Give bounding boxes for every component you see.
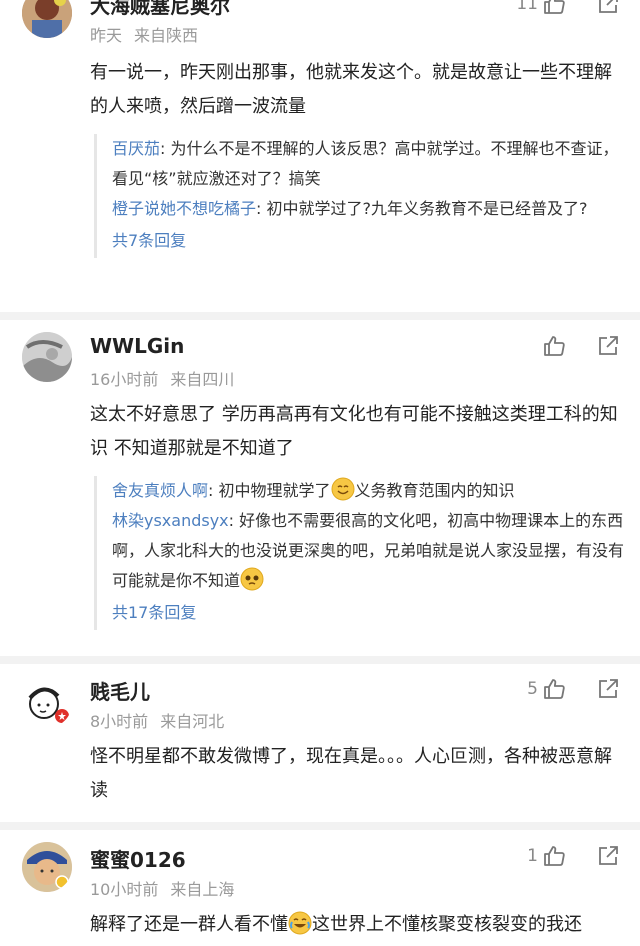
comment-feed: 大海贼塞尼奥尔 昨天 来自陕西 11 有一说一，昨天刚出那事，他就来发这个。就是故… bbox=[0, 0, 640, 946]
reply-colon: : bbox=[208, 481, 219, 500]
comment-item: 贱毛儿 8小时前 来自河北 5 怪不明星都不敢发微博了，现在真是。。。人心叵测，各… bbox=[0, 664, 640, 822]
comment-text: 怪不明星都不敢发微博了，现在真是。。。人心叵测，各种被恶意解读 bbox=[90, 746, 612, 801]
comment-location: 来自陕西 bbox=[134, 26, 199, 45]
avatar[interactable] bbox=[22, 842, 72, 892]
like-count: 5 bbox=[527, 679, 538, 699]
reply-colon: : bbox=[228, 511, 240, 530]
comment-actions: 11 bbox=[516, 0, 620, 18]
more-replies-link[interactable]: 共7条回复 bbox=[112, 224, 624, 258]
reply-item[interactable]: 林染ysxandsyx: 好像也不需要很高的文化吧，初高中物理课本上的东西啊，人… bbox=[112, 506, 624, 596]
comment-actions: 5 bbox=[527, 675, 620, 703]
thumbs-up-icon[interactable] bbox=[542, 0, 566, 16]
username[interactable]: WWLGin bbox=[90, 334, 184, 358]
comment-item: WWLGin 16小时前 来自四川 这太不好意思了 学历再高再有文化也有可能不接触… bbox=[0, 320, 640, 656]
comment-time: 8小时前 bbox=[90, 712, 149, 731]
avatar-image bbox=[22, 678, 72, 728]
comment-item: 蜜蜜0126 10小时前 来自上海 1 解释了还是一群人看不懂 这世界上不懂核聚变核… bbox=[0, 830, 640, 946]
divider bbox=[0, 822, 640, 830]
comment-actions: 1 bbox=[527, 842, 620, 870]
avatar-image bbox=[22, 842, 72, 892]
comment-location: 来自河北 bbox=[160, 712, 225, 731]
thumbs-up-icon[interactable] bbox=[542, 844, 566, 868]
more-replies-link[interactable]: 共17条回复 bbox=[112, 596, 624, 630]
reply-colon: : bbox=[256, 199, 267, 218]
avatar-image bbox=[22, 332, 72, 382]
avatar[interactable] bbox=[22, 0, 72, 38]
reply-username[interactable]: 林染ysxandsyx bbox=[112, 511, 229, 530]
share-icon[interactable] bbox=[596, 844, 620, 868]
username[interactable]: 贱毛儿 bbox=[90, 676, 150, 705]
avatar[interactable] bbox=[22, 678, 72, 728]
comment-time: 10小时前 bbox=[90, 880, 159, 899]
reply-item[interactable]: 舍友真烦人啊: 初中物理就学了 义务教育范围内的知识 bbox=[112, 476, 624, 506]
reply-username[interactable]: 橙子说她不想吃橘子 bbox=[112, 199, 256, 218]
comment-text-part: 解释了还是一群人看不懂 bbox=[90, 914, 288, 935]
smile-emoji-icon bbox=[331, 477, 355, 501]
comment-meta: 昨天 来自陕西 bbox=[90, 22, 198, 46]
divider bbox=[0, 312, 640, 320]
comment-location: 来自上海 bbox=[170, 880, 235, 899]
avatar[interactable] bbox=[22, 332, 72, 382]
comment-text-part: 这世界上不懂核聚变核裂变的我还 bbox=[312, 914, 582, 935]
laugh-cry-emoji-icon bbox=[288, 911, 312, 935]
share-icon[interactable] bbox=[596, 677, 620, 701]
share-icon[interactable] bbox=[596, 334, 620, 358]
divider bbox=[0, 656, 640, 664]
comment-text: 解释了还是一群人看不懂 这世界上不懂核聚变核裂变的我还 bbox=[90, 908, 625, 942]
like-count: 11 bbox=[516, 0, 538, 14]
reply-username[interactable]: 百厌茄 bbox=[112, 139, 160, 158]
comment-actions bbox=[542, 332, 620, 360]
reply-item[interactable]: 百厌茄: 为什么不是不理解的人该反思？高中就学过。不理解也不查证，看见“核”就应… bbox=[112, 134, 624, 194]
reply-list: 舍友真烦人啊: 初中物理就学了 义务教育范围内的知识 林染ysxandsyx: 好… bbox=[94, 476, 624, 630]
reply-colon: : bbox=[160, 139, 171, 158]
avatar-image bbox=[22, 0, 72, 38]
reply-text: 初中物理就学了 bbox=[218, 481, 331, 500]
reply-username[interactable]: 舍友真烦人啊 bbox=[112, 481, 208, 500]
comment-text: 这太不好意思了 学历再高再有文化也有可能不接触这类理工科的知识 不知道那就是不知… bbox=[90, 404, 618, 459]
thumbs-up-icon[interactable] bbox=[542, 677, 566, 701]
reply-item[interactable]: 橙子说她不想吃橘子: 初中就学过了?九年义务教育不是已经普及了? bbox=[112, 194, 624, 224]
reply-text: 为什么不是不理解的人该反思？高中就学过。不理解也不查证，看见“核”就应激还对了？… bbox=[112, 139, 619, 188]
comment-time: 昨天 bbox=[90, 26, 123, 45]
reply-list: 百厌茄: 为什么不是不理解的人该反思？高中就学过。不理解也不查证，看见“核”就应… bbox=[94, 134, 624, 258]
username[interactable]: 大海贼塞尼奥尔 bbox=[90, 0, 230, 19]
comment-meta: 16小时前 来自四川 bbox=[90, 366, 234, 390]
thumbs-up-icon[interactable] bbox=[542, 334, 566, 358]
like-count: 1 bbox=[527, 846, 538, 866]
comment-location: 来自四川 bbox=[170, 370, 235, 389]
reply-text: 义务教育范围内的知识 bbox=[354, 481, 515, 500]
comment-item: 大海贼塞尼奥尔 昨天 来自陕西 11 有一说一，昨天刚出那事，他就来发这个。就是故… bbox=[0, 0, 640, 312]
username[interactable]: 蜜蜜0126 bbox=[90, 844, 186, 873]
comment-text: 有一说一，昨天刚出那事，他就来发这个。就是故意让一些不理解的人来喷，然后蹭一波流… bbox=[90, 62, 612, 117]
reply-text: 初中就学过了?九年义务教育不是已经普及了? bbox=[266, 199, 588, 218]
comment-meta: 8小时前 来自河北 bbox=[90, 708, 224, 732]
pleading-emoji-icon bbox=[240, 567, 264, 591]
share-icon[interactable] bbox=[596, 0, 620, 16]
comment-time: 16小时前 bbox=[90, 370, 159, 389]
comment-meta: 10小时前 来自上海 bbox=[90, 876, 234, 900]
